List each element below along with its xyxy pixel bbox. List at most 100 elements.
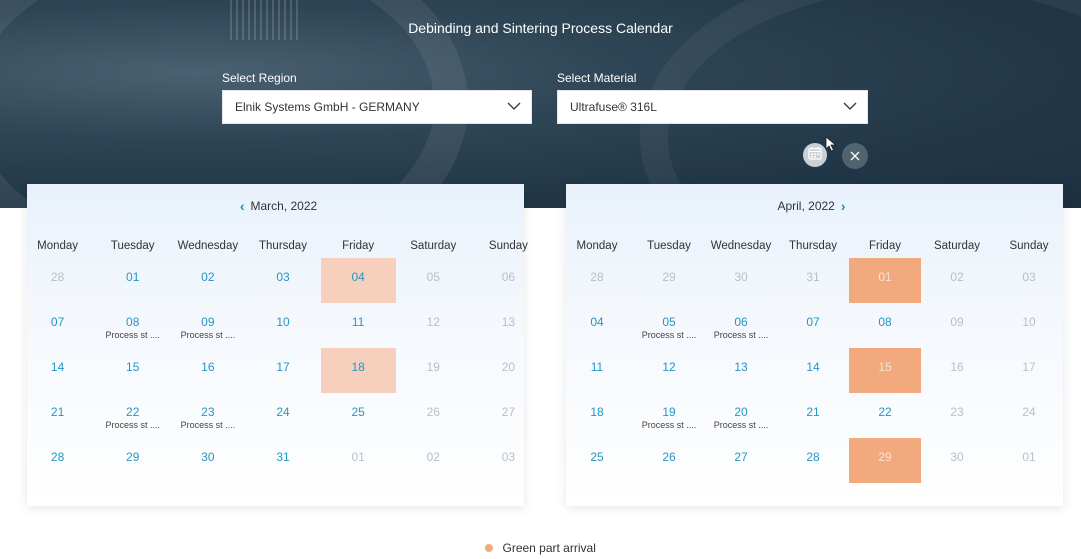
close-button[interactable] — [842, 143, 868, 169]
day-cell[interactable]: 06 Process st .... — [705, 303, 777, 348]
day-cell[interactable]: 15 — [849, 348, 921, 393]
day-cell[interactable]: 23 — [921, 393, 993, 438]
day-cell[interactable]: 30 — [921, 438, 993, 483]
day-cell[interactable]: 17 — [245, 348, 320, 393]
day-number: 29 — [126, 450, 140, 464]
day-cell[interactable]: 10 — [245, 303, 320, 348]
day-cell[interactable]: 07 — [20, 303, 95, 348]
day-cell[interactable]: 04 — [561, 303, 633, 348]
day-cell[interactable]: 23 Process st .... — [170, 393, 245, 438]
day-cell[interactable]: 18 — [320, 348, 396, 393]
day-number: 15 — [126, 360, 140, 374]
day-cell[interactable]: 25 — [561, 438, 633, 483]
day-cell[interactable]: 27 — [471, 393, 546, 438]
day-number: 09 — [950, 315, 964, 329]
day-cell[interactable]: 13 — [471, 303, 546, 348]
day-cell[interactable]: 12 — [633, 348, 705, 393]
weekday-header: Thursday — [789, 240, 837, 252]
day-cell[interactable]: 25 — [321, 393, 396, 438]
event-label: Process st .... — [641, 330, 697, 340]
day-cell[interactable]: 31 — [777, 258, 849, 303]
legend-label: Green part arrival — [502, 541, 596, 555]
day-cell[interactable]: 18 — [561, 393, 633, 438]
day-cell[interactable]: 03 — [471, 438, 546, 483]
day-number: 19 — [426, 360, 440, 374]
day-cell[interactable]: 14 — [20, 348, 95, 393]
day-cell[interactable]: 19 Process st .... — [633, 393, 705, 438]
day-cell[interactable]: 12 — [396, 303, 471, 348]
day-cell[interactable]: 07 — [777, 303, 849, 348]
day-cell[interactable]: 02 — [396, 438, 471, 483]
day-cell[interactable]: 21 — [777, 393, 849, 438]
month-title: March, 2022 — [250, 199, 318, 213]
day-cell[interactable]: 30 — [705, 258, 777, 303]
day-cell[interactable]: 01 — [993, 438, 1065, 483]
day-cell[interactable]: 04 — [320, 258, 396, 303]
day-cell[interactable]: 21 — [20, 393, 95, 438]
day-cell[interactable]: 20 — [471, 348, 546, 393]
day-cell[interactable]: 10 — [993, 303, 1065, 348]
day-cell[interactable]: 14 — [777, 348, 849, 393]
day-cell[interactable]: 28 — [20, 438, 95, 483]
day-number: 28 — [806, 450, 820, 464]
day-cell[interactable]: 28 — [20, 258, 95, 303]
day-cell[interactable]: 03 — [245, 258, 320, 303]
day-cell[interactable]: 27 — [705, 438, 777, 483]
month-header: ‹ March, 2022 — [27, 184, 524, 228]
day-cell[interactable]: 17 — [993, 348, 1065, 393]
day-cell[interactable]: 05 — [396, 258, 471, 303]
day-cell[interactable]: 19 — [396, 348, 471, 393]
day-number: 17 — [1022, 360, 1036, 374]
event-label: Process st .... — [713, 330, 769, 340]
day-cell[interactable]: 26 — [396, 393, 471, 438]
material-select[interactable]: Ultrafuse® 316L — [557, 90, 868, 124]
day-number: 27 — [734, 450, 748, 464]
calendar-march: ‹ March, 2022 Monday Tuesday Wednesday Thur… — [27, 184, 528, 506]
day-cell[interactable]: 22 Process st .... — [95, 393, 170, 438]
day-cell[interactable]: 06 — [471, 258, 546, 303]
day-cell[interactable]: 28 — [777, 438, 849, 483]
day-cell[interactable]: 02 — [921, 258, 993, 303]
day-cell[interactable]: 16 — [921, 348, 993, 393]
day-cell[interactable]: 29 — [95, 438, 170, 483]
day-cell[interactable]: 09 — [921, 303, 993, 348]
day-cell[interactable]: 03 — [993, 258, 1065, 303]
day-cell[interactable]: 01 — [95, 258, 170, 303]
day-number: 20 — [501, 360, 516, 374]
day-cell[interactable]: 08 Process st .... — [95, 303, 170, 348]
calendar-grid: Monday Tuesday Wednesday Thursday Friday Satu… — [20, 234, 546, 483]
day-number: 13 — [501, 315, 516, 329]
day-cell[interactable]: 08 — [849, 303, 921, 348]
chevron-left-icon[interactable]: ‹ — [240, 198, 245, 214]
day-cell[interactable]: 26 — [633, 438, 705, 483]
day-cell[interactable]: 09 Process st .... — [170, 303, 245, 348]
day-cell[interactable]: 15 — [95, 348, 170, 393]
day-cell[interactable]: 29 — [633, 258, 705, 303]
day-cell[interactable]: 31 — [245, 438, 320, 483]
day-cell[interactable]: 05 Process st .... — [633, 303, 705, 348]
day-cell[interactable]: 16 — [170, 348, 245, 393]
day-cell[interactable]: 13 — [705, 348, 777, 393]
day-cell[interactable]: 11 — [561, 348, 633, 393]
day-cell[interactable]: 24 — [245, 393, 320, 438]
day-cell[interactable]: 20 Process st .... — [705, 393, 777, 438]
day-cell[interactable]: 22 — [849, 393, 921, 438]
legend: Green part arrival — [0, 541, 1081, 555]
chevron-right-icon[interactable]: › — [841, 198, 846, 214]
calendar-button[interactable] — [803, 143, 827, 167]
day-cell[interactable]: 24 — [993, 393, 1065, 438]
day-cell[interactable]: 29 — [849, 438, 921, 483]
day-cell[interactable]: 30 — [170, 438, 245, 483]
day-number: 07 — [806, 315, 820, 329]
day-number: 11 — [351, 315, 365, 329]
day-cell[interactable]: 01 — [849, 258, 921, 303]
day-number: 18 — [351, 360, 365, 374]
weekday-header: Wednesday — [710, 240, 772, 252]
day-cell[interactable]: 02 — [170, 258, 245, 303]
day-cell[interactable]: 01 — [321, 438, 396, 483]
day-cell[interactable]: 28 — [561, 258, 633, 303]
region-select[interactable]: Elnik Systems GmbH - GERMANY — [222, 90, 532, 124]
day-number: 26 — [662, 450, 676, 464]
month-header: April, 2022 › — [566, 184, 1063, 228]
day-cell[interactable]: 11 — [321, 303, 396, 348]
